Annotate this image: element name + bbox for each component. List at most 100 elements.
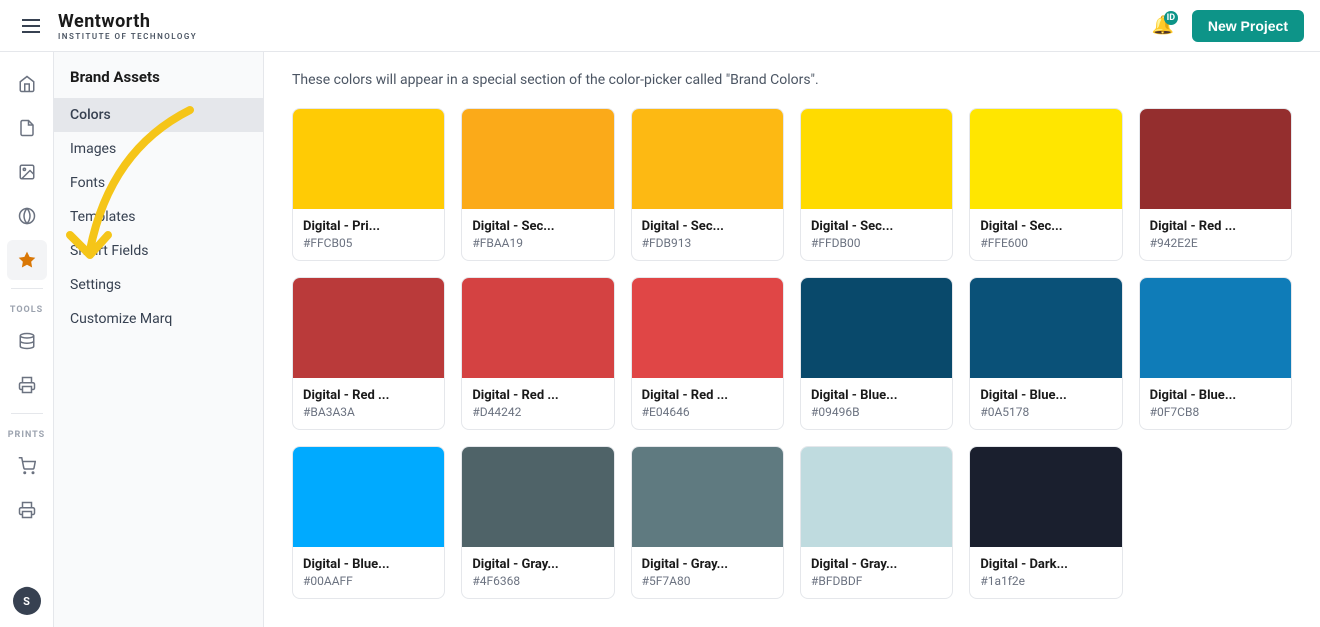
- color-swatch-14: [632, 447, 783, 547]
- color-swatch-13: [462, 447, 613, 547]
- color-card-10[interactable]: Digital - Blue... #0A5178: [969, 277, 1122, 430]
- color-name-9: Digital - Blue...: [811, 388, 942, 403]
- color-hex-2: #FDB913: [642, 236, 773, 250]
- color-card-1[interactable]: Digital - Sec...#FBAA19: [461, 108, 614, 261]
- color-name-0: Digital - Pri...: [303, 219, 434, 234]
- sidebar-icon-brand[interactable]: [7, 196, 47, 236]
- logo-name: Wentworth: [58, 11, 197, 32]
- nav-item-fonts[interactable]: Fonts: [54, 166, 263, 200]
- sidebar-icon-file[interactable]: [7, 108, 47, 148]
- color-hex-3: #FFDB00: [811, 236, 942, 250]
- color-hex-1: #FBAA19: [472, 236, 603, 250]
- color-name-6: Digital - Red ...: [303, 388, 434, 403]
- sidebar-icon-image[interactable]: [7, 152, 47, 192]
- topbar: Wentworth Institute of Technology 🔔 ID N…: [0, 0, 1320, 52]
- color-hex-16: #1a1f2e: [980, 574, 1111, 588]
- hamburger-menu[interactable]: [16, 13, 46, 39]
- color-card-7[interactable]: Digital - Red ... #D44242: [461, 277, 614, 430]
- color-name-14: Digital - Gray...: [642, 557, 773, 572]
- color-hex-4: #FFE600: [980, 236, 1111, 250]
- logo-sub: Institute of Technology: [58, 32, 197, 41]
- color-card-11[interactable]: Digital - Blue... #0F7CB8: [1139, 277, 1292, 430]
- color-swatch-8: [632, 278, 783, 378]
- color-hex-8: #E04646: [642, 405, 773, 419]
- color-name-15: Digital - Gray...: [811, 557, 942, 572]
- color-card-12[interactable]: Digital - Blue... #00AAFF: [292, 446, 445, 599]
- notifications-button[interactable]: 🔔 ID: [1145, 9, 1179, 42]
- prints-label: PRINTS: [8, 430, 45, 440]
- color-swatch-10: [970, 278, 1121, 378]
- color-swatch-2: [632, 109, 783, 209]
- topbar-left: Wentworth Institute of Technology: [16, 11, 197, 41]
- color-swatch-3: [801, 109, 952, 209]
- color-card-14[interactable]: Digital - Gray... #5F7A80: [631, 446, 784, 599]
- sidebar-icon-tools-db[interactable]: [7, 321, 47, 361]
- color-name-2: Digital - Sec...: [642, 219, 773, 234]
- sidebar-icon-print2[interactable]: [7, 365, 47, 405]
- sidebar-icon-home[interactable]: [7, 64, 47, 104]
- color-hex-11: #0F7CB8: [1150, 405, 1281, 419]
- color-hex-9: #09496B: [811, 405, 942, 419]
- logo: Wentworth Institute of Technology: [58, 11, 197, 41]
- sidebar-icon-print[interactable]: [7, 490, 47, 530]
- user-avatar[interactable]: S: [13, 587, 41, 615]
- color-name-11: Digital - Blue...: [1150, 388, 1281, 403]
- color-swatch-1: [462, 109, 613, 209]
- color-name-4: Digital - Sec...: [980, 219, 1111, 234]
- sidebar-icon-star[interactable]: [7, 240, 47, 280]
- new-project-button[interactable]: New Project: [1192, 10, 1304, 42]
- color-hex-7: #D44242: [472, 405, 603, 419]
- color-name-7: Digital - Red ...: [472, 388, 603, 403]
- color-grid: Digital - Pri...#FFCB05Digital - Sec...#…: [292, 108, 1292, 599]
- color-card-3[interactable]: Digital - Sec... #FFDB00: [800, 108, 953, 261]
- color-swatch-6: [293, 278, 444, 378]
- color-swatch-0: [293, 109, 444, 209]
- topbar-right: 🔔 ID New Project: [1145, 9, 1304, 42]
- color-card-9[interactable]: Digital - Blue... #09496B: [800, 277, 953, 430]
- color-card-8[interactable]: Digital - Red ... #E04646: [631, 277, 784, 430]
- nav-item-smart-fields[interactable]: Smart Fields: [54, 234, 263, 268]
- sidebar-divider: [11, 288, 43, 289]
- color-hex-14: #5F7A80: [642, 574, 773, 588]
- color-card-5[interactable]: Digital - Red ...#942E2E: [1139, 108, 1292, 261]
- color-name-12: Digital - Blue...: [303, 557, 434, 572]
- color-card-15[interactable]: Digital - Gray... #BFDBDF: [800, 446, 953, 599]
- color-name-13: Digital - Gray...: [472, 557, 603, 572]
- color-card-0[interactable]: Digital - Pri... #FFCB05: [292, 108, 445, 261]
- color-hex-13: #4F6368: [472, 574, 603, 588]
- color-name-10: Digital - Blue...: [980, 388, 1111, 403]
- color-hex-5: #942E2E: [1150, 236, 1281, 250]
- color-hex-12: #00AAFF: [303, 574, 434, 588]
- color-name-8: Digital - Red ...: [642, 388, 773, 403]
- content-description: These colors will appear in a special se…: [292, 72, 1292, 88]
- nav-sidebar-header: Brand Assets: [54, 68, 263, 98]
- color-swatch-11: [1140, 278, 1291, 378]
- sidebar-divider2: [11, 413, 43, 414]
- nav-item-images[interactable]: Images: [54, 132, 263, 166]
- color-swatch-16: [970, 447, 1121, 547]
- color-swatch-5: [1140, 109, 1291, 209]
- nav-item-customize[interactable]: Customize Marq: [54, 302, 263, 336]
- color-card-2[interactable]: Digital - Sec... #FDB913: [631, 108, 784, 261]
- color-card-16[interactable]: Digital - Dark... #1a1f2e: [969, 446, 1122, 599]
- nav-item-settings[interactable]: Settings: [54, 268, 263, 302]
- color-swatch-12: [293, 447, 444, 547]
- nav-item-colors[interactable]: Colors: [54, 98, 263, 132]
- color-swatch-7: [462, 278, 613, 378]
- color-swatch-9: [801, 278, 952, 378]
- color-swatch-15: [801, 447, 952, 547]
- color-hex-10: #0A5178: [980, 405, 1111, 419]
- nav-item-templates[interactable]: Templates: [54, 200, 263, 234]
- color-hex-15: #BFDBDF: [811, 574, 942, 588]
- color-name-16: Digital - Dark...: [980, 557, 1111, 572]
- color-card-4[interactable]: Digital - Sec... #FFE600: [969, 108, 1122, 261]
- color-name-3: Digital - Sec...: [811, 219, 942, 234]
- color-card-13[interactable]: Digital - Gray... #4F6368: [461, 446, 614, 599]
- sidebar-icon-cart[interactable]: [7, 446, 47, 486]
- color-card-6[interactable]: Digital - Red ...#BA3A3A: [292, 277, 445, 430]
- color-swatch-4: [970, 109, 1121, 209]
- content-area: These colors will appear in a special se…: [264, 52, 1320, 627]
- color-hex-0: #FFCB05: [303, 236, 434, 250]
- tools-label: TOOLS: [10, 305, 43, 315]
- main-layout: TOOLS PRINTS S Brand Assets ColorsImages…: [0, 52, 1320, 627]
